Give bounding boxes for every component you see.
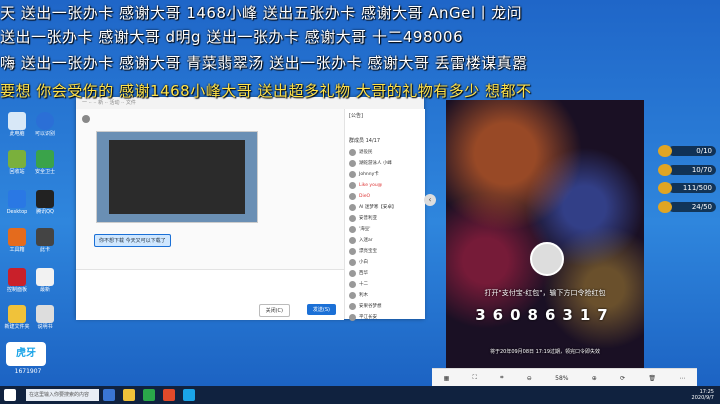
qq-chat-window: 一 ·· ·· 新 ·· 活动 ·· 文件 你不想下载 今天又可以下载了 关闭(…	[76, 97, 425, 321]
zoom-level: 58%	[555, 374, 569, 382]
gift-progress: 111/500	[658, 181, 716, 194]
member-item[interactable]: 平江长安	[345, 312, 425, 323]
gift-icon	[658, 163, 672, 176]
chat-message-area: 你不想下载 今天又可以下载了 关闭(C) 发送(S)	[76, 109, 344, 320]
phone-mirror: 打开"支付宝-红包"，输下方口令抢红包 36086317 将于20年09月08日…	[446, 100, 644, 368]
gift-icon	[658, 181, 672, 194]
shared-screenshot[interactable]	[96, 131, 258, 223]
desktop-icon-qq[interactable]: 腾讯QQ	[30, 190, 60, 215]
rotate-icon[interactable]: ⟳	[620, 375, 625, 382]
gift-progress: 0/10	[658, 144, 716, 157]
avatar	[530, 242, 564, 276]
chevron-left-icon[interactable]: ‹	[424, 194, 436, 206]
member-item[interactable]: DieO	[345, 191, 425, 202]
member-item[interactable]: 安普利亚	[345, 213, 425, 224]
member-item[interactable]: '海豆'	[345, 224, 425, 235]
member-item[interactable]: Johnny卡	[345, 169, 425, 180]
hongbao-footer: 将于20年09月08日 17:19过期，领完口令即失效	[489, 349, 601, 355]
member-item[interactable]: 入迷ar	[345, 235, 425, 246]
desktop-icon-latest[interactable]: 最新	[30, 268, 60, 293]
desktop-icon-control[interactable]: 控制面板	[2, 268, 32, 293]
member-panel: [公告] 群成员 14/17 退役民 湖蛇游泳人 小峰 Johnny卡 Like…	[344, 109, 425, 321]
viewer-toolbar: ▦ ⛶ ⌗ ⊖ 58% ⊕ ⟳ 🗑 ⋯	[432, 368, 697, 387]
member-item[interactable]: 十二	[345, 279, 425, 290]
zoom-in-icon[interactable]: ⊕	[592, 375, 597, 382]
desktop-icon-toolbox[interactable]: 工具箱	[2, 228, 32, 253]
taskbar-qq-icon[interactable]	[183, 389, 195, 401]
close-button[interactable]: 关闭(C)	[258, 304, 290, 317]
taskbar-search[interactable]: 在这里输入你要搜索的内容	[26, 389, 99, 401]
desktop-icon-manual[interactable]: 说明书	[30, 305, 60, 330]
taskbar-browser-icon[interactable]	[143, 389, 155, 401]
gift-progress: 24/50	[658, 200, 716, 213]
zoom-out-icon[interactable]: ⊖	[527, 375, 532, 382]
desktop-icon-computer[interactable]: 此电脑	[2, 112, 32, 137]
desktop-icon-folder[interactable]: 新建文件夹	[2, 305, 32, 330]
danmaku-line: 要想 你会受伤的 感谢1468小峰大哥 送出超多礼物 大哥的礼物有多少 想都不	[0, 82, 532, 100]
danmaku-line: 天 送出一张办卡 感谢大哥 1468小峰 送出五张办卡 感谢大哥 AnGel丨龙…	[0, 4, 523, 22]
delete-icon[interactable]: 🗑	[648, 375, 656, 382]
windows-start-icon[interactable]	[4, 389, 16, 401]
gift-progress: 10/70	[658, 163, 716, 176]
member-item[interactable]: 安果谷梦想	[345, 301, 425, 312]
member-item[interactable]: 利木	[345, 290, 425, 301]
message-bubble: 你不想下载 今天又可以下载了	[94, 234, 171, 247]
huya-logo: 虎牙 1671907	[6, 342, 50, 386]
taskbar: 在这里输入你要搜索的内容 17:25 2020/9/7	[0, 386, 720, 404]
fit-icon[interactable]: ⛶	[473, 374, 477, 382]
desktop-icon-security[interactable]: 安全卫士	[30, 150, 60, 175]
crop-icon[interactable]: ⌗	[500, 374, 503, 382]
members-title: 群成员 14/17	[349, 138, 380, 144]
send-button[interactable]: 发送(S)	[306, 304, 336, 315]
logo-mark: 虎牙	[6, 342, 46, 366]
announce-label: [公告]	[349, 113, 363, 119]
taskbar-app-icon[interactable]	[163, 389, 175, 401]
chat-input-area[interactable]: 关闭(C) 发送(S)	[76, 269, 344, 320]
taskbar-app-icon[interactable]	[103, 389, 115, 401]
more-icon[interactable]: ⋯	[679, 375, 685, 382]
member-item[interactable]: Like you@	[345, 180, 425, 191]
member-item[interactable]: 湖蛇游泳人 小峰	[345, 158, 425, 169]
hongbao-code: 36086317	[475, 306, 615, 324]
danmaku-line: 送出一张办卡 感谢大哥 d明g 送出一张办卡 感谢大哥 十二498006	[0, 28, 464, 46]
grid-icon[interactable]: ▦	[444, 375, 450, 382]
member-item[interactable]: 漂亮宝宝	[345, 246, 425, 257]
member-item[interactable]: 退役民	[345, 147, 425, 158]
danmaku-line: 嗨 送出一张办卡 感谢大哥 青菜翡翠汤 送出一张办卡 感谢大哥 丢雷楼谋真嚣	[0, 54, 528, 72]
desktop-icon-card[interactable]: 此卡	[30, 228, 60, 253]
room-number: 1671907	[14, 368, 42, 375]
hongbao-text: 打开"支付宝-红包"，输下方口令抢红包	[484, 289, 606, 297]
member-item[interactable]: 小白	[345, 257, 425, 268]
gift-icon	[658, 144, 672, 157]
taskbar-clock[interactable]: 17:25 2020/9/7	[692, 389, 720, 401]
desktop-icon-recycle[interactable]: 回收站	[2, 150, 32, 175]
member-item[interactable]: AI 迷梦寒【安卓】	[345, 202, 425, 213]
desktop-icon-desktop[interactable]: Desktop	[2, 190, 32, 215]
avatar	[82, 115, 90, 123]
taskbar-folder-icon[interactable]	[123, 389, 135, 401]
desktop-icon-k[interactable]: 可以识别	[30, 112, 60, 137]
gift-icon	[658, 200, 672, 213]
member-item[interactable]: 西华	[345, 268, 425, 279]
